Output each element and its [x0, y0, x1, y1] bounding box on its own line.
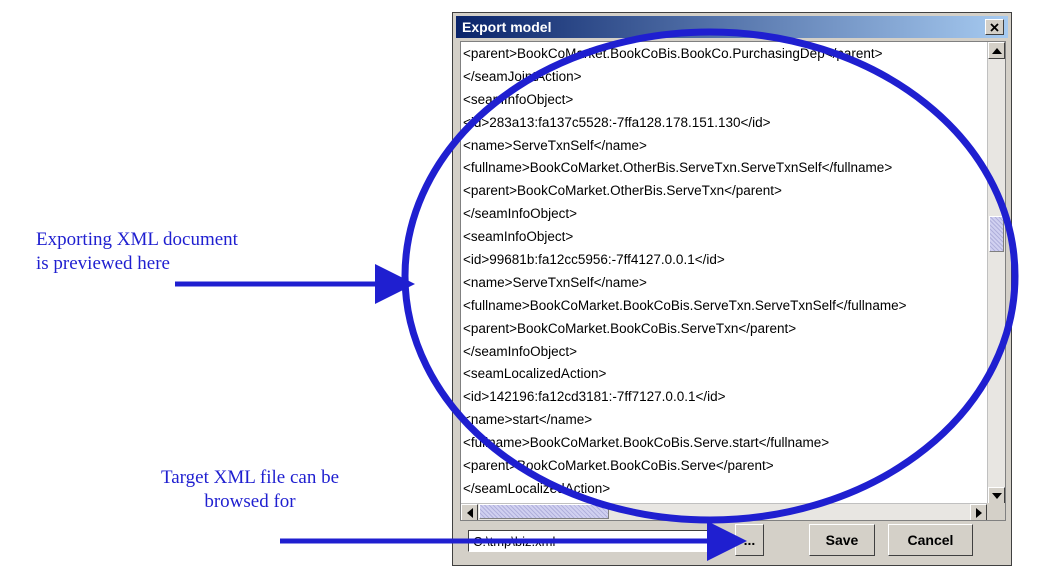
annotation-overlay	[175, 28, 1019, 561]
highlight-ellipse	[401, 28, 1019, 524]
